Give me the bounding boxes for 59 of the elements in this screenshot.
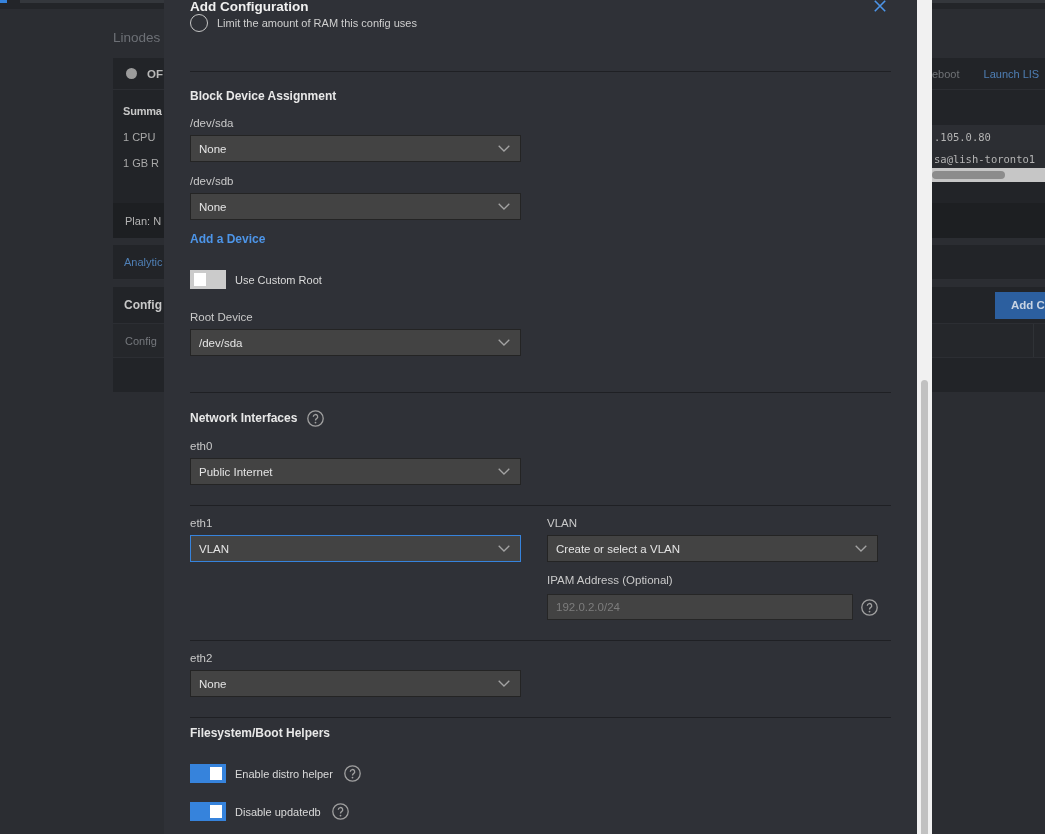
select-field[interactable]: Public Internet	[190, 458, 521, 485]
toggle-switch[interactable]	[190, 270, 226, 289]
select-field[interactable]: Create or select a VLAN	[547, 535, 878, 562]
toggle-switch[interactable]	[190, 764, 226, 783]
select-field[interactable]: VLAN	[190, 535, 521, 562]
summary-line: 1 CPU	[123, 130, 156, 144]
analytics-tab[interactable]: Analytic	[124, 256, 163, 268]
field-label: eth2	[190, 651, 213, 665]
ip-address-text: .105.0.80	[932, 125, 1045, 150]
breadcrumb-text: Linodes	[113, 29, 161, 47]
chevron-icon	[498, 145, 510, 152]
radio-label: Limit the amount of RAM this config uses	[217, 17, 417, 29]
dialog-title: Add Configuration	[190, 0, 309, 14]
field-label: VLAN	[547, 516, 578, 530]
toggle-label: Use Custom Root	[235, 273, 322, 286]
chevron-icon	[855, 545, 867, 552]
horizontal-scrollbar[interactable]	[932, 168, 1045, 182]
chevron-icon	[498, 468, 510, 475]
chevron-icon	[498, 339, 510, 346]
section-title: Filesystem/Boot Helpers	[190, 725, 331, 741]
select-field[interactable]: /dev/sda	[190, 329, 521, 356]
close-icon[interactable]	[874, 0, 886, 12]
field-label: eth1	[190, 516, 213, 530]
summary-heading: Summa	[123, 104, 162, 118]
add-config-button[interactable]: Add C	[995, 291, 1045, 319]
select-field[interactable]: None	[190, 670, 521, 697]
help-icon[interactable]	[307, 409, 325, 427]
section-title: Block Device Assignment	[190, 88, 337, 104]
toggle-switch[interactable]	[190, 802, 226, 821]
toggle-label: Enable distro helper	[235, 767, 333, 780]
launch-console-link[interactable]: Launch LIS	[983, 67, 1040, 80]
select-field[interactable]: None	[190, 135, 521, 162]
status-text: OF	[147, 67, 163, 80]
summary-line: 1 GB R	[123, 156, 160, 170]
configs-heading: Config	[124, 298, 162, 312]
field-label: eth0	[190, 439, 213, 453]
scrollbar-thumb[interactable]	[932, 171, 1005, 179]
nav-indicator	[0, 0, 7, 3]
chevron-icon	[498, 680, 510, 687]
help-icon[interactable]	[343, 765, 361, 782]
help-icon[interactable]	[331, 803, 349, 820]
field-label: Root Device	[190, 310, 253, 324]
section-title: Network Interfaces	[190, 410, 298, 426]
column-header: Config	[125, 334, 157, 347]
toggle-label: Disable updatedb	[235, 805, 321, 818]
help-icon[interactable]	[861, 598, 878, 616]
field-label: /dev/sdb	[190, 174, 234, 188]
select-field[interactable]: None	[190, 193, 521, 220]
scrollbar-thumb[interactable]	[921, 380, 928, 834]
add-device-link[interactable]: Add a Device	[190, 232, 266, 246]
field-label: /dev/sda	[190, 116, 234, 130]
chevron-icon	[498, 203, 510, 210]
input-field[interactable]: 192.0.2.0/24	[547, 594, 853, 620]
plan-text: Plan: N	[125, 214, 162, 227]
status-dot-icon	[126, 68, 137, 79]
lish-command-text: sa@lish-toronto1	[932, 150, 1045, 168]
scrollbar[interactable]	[917, 0, 932, 834]
chevron-icon	[498, 545, 510, 552]
field-label: IPAM Address (Optional)	[547, 573, 673, 587]
